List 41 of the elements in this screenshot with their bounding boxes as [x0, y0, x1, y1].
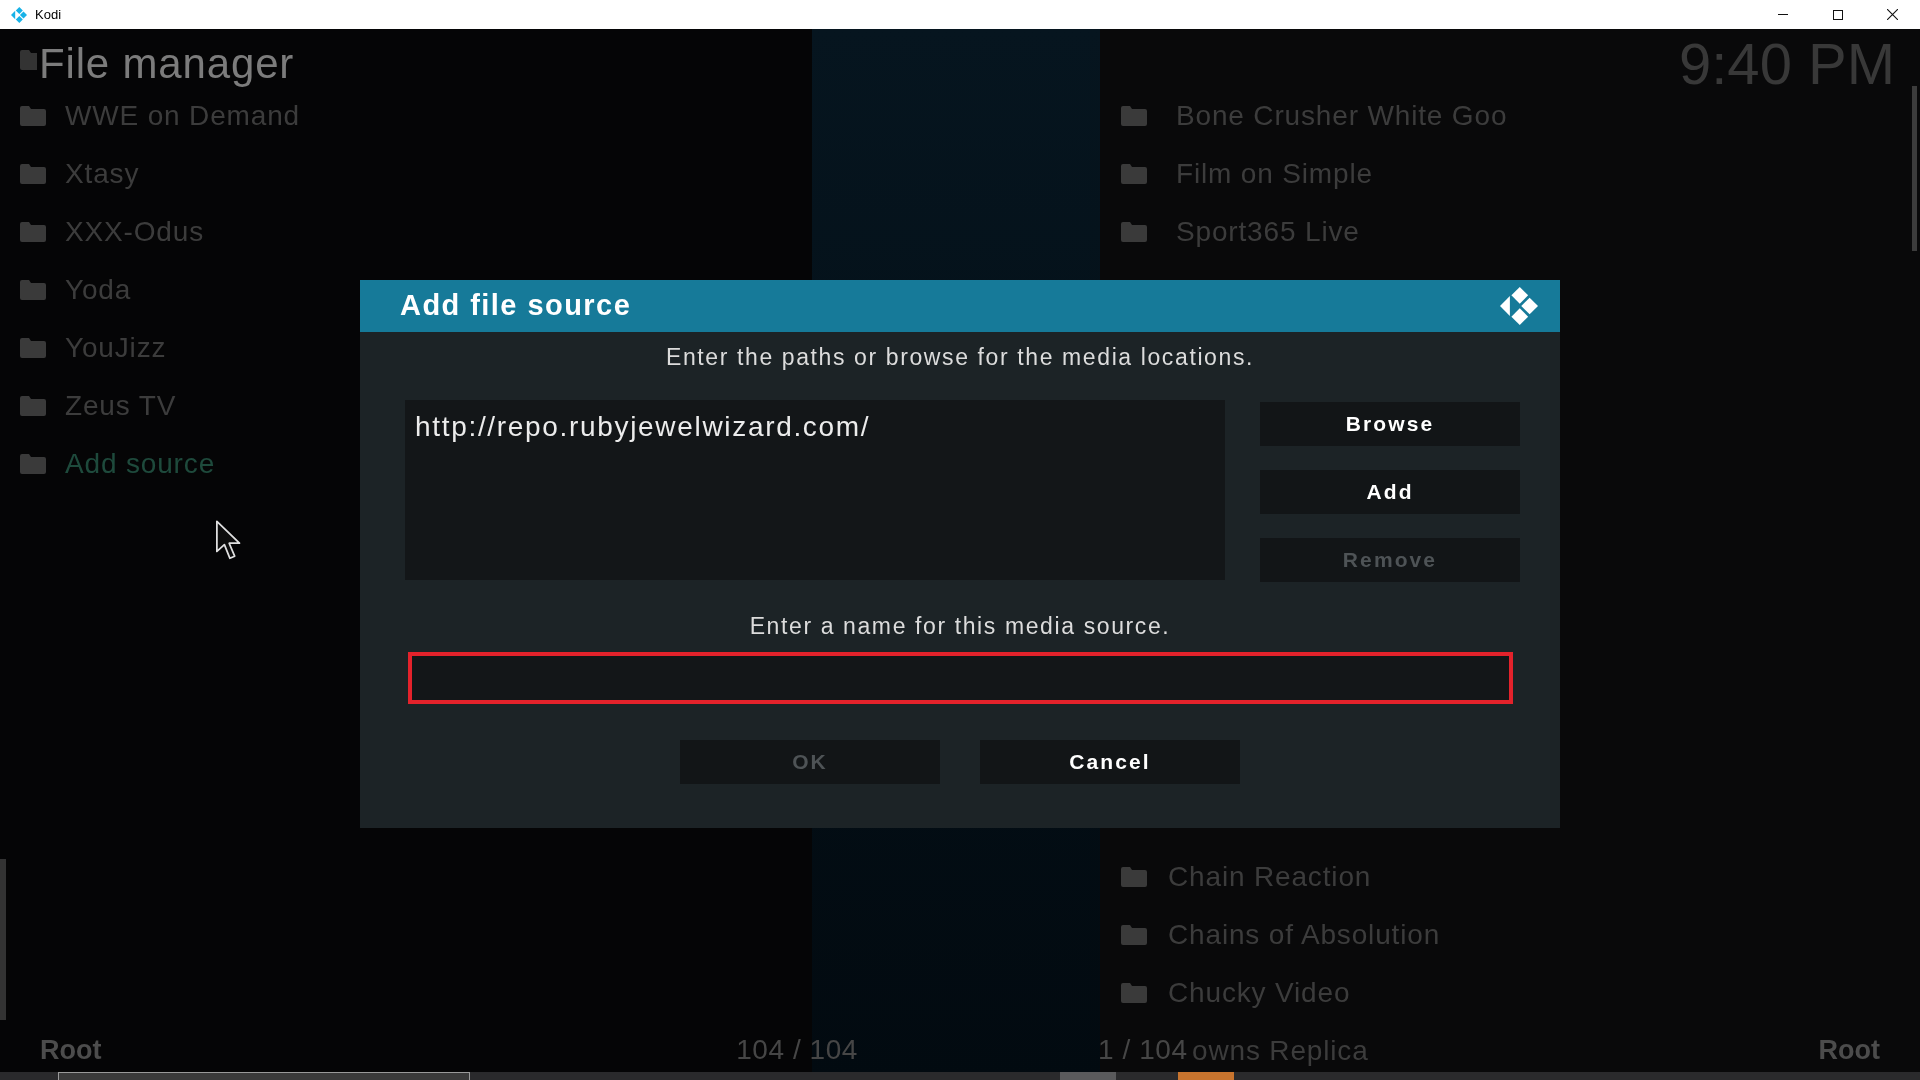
folder-icon: [1121, 983, 1147, 1003]
item-count: 1 / 104: [1098, 1035, 1188, 1065]
dialog-button[interactable]: Browse: [1260, 402, 1520, 446]
scrollbar-thumb[interactable]: [1912, 86, 1917, 251]
name-input-field[interactable]: [408, 652, 1513, 704]
dialog-button[interactable]: Add: [1260, 470, 1520, 514]
logo-icon: [1498, 287, 1540, 325]
folder-icon: [20, 50, 37, 70]
folder-path: Root: [40, 1035, 102, 1065]
folder-icon: [1121, 164, 1147, 184]
minimize-icon: [1777, 14, 1788, 15]
item-count: 104 / 104: [736, 1035, 858, 1065]
folder-icon: [20, 222, 46, 242]
page-title: File manager: [39, 41, 295, 87]
paths-prompt: Enter the paths or browse for the media locations.: [664, 344, 1256, 370]
window-title: Kodi: [35, 5, 62, 24]
folder-icon: [1121, 106, 1147, 126]
path-entry[interactable]: http://repo.rubyjewelwizard.com/: [415, 412, 871, 442]
close-icon: [1887, 9, 1898, 20]
maximize-icon: [1832, 9, 1843, 20]
taskbar-app-tile[interactable]: [1060, 1072, 1116, 1080]
taskbar-search-box[interactable]: [58, 1072, 470, 1080]
folder-icon: [1121, 867, 1147, 887]
name-prompt: Enter a name for this media source.: [748, 613, 1172, 639]
folder-icon: [20, 454, 46, 474]
taskbar-app-tile[interactable]: [1178, 1072, 1234, 1080]
folder-icon: [20, 338, 46, 358]
folder-icon: [20, 396, 46, 416]
folder-path: Root: [1818, 1035, 1880, 1065]
scrollbar-thumb[interactable]: [0, 859, 6, 1020]
dialog-title: Add file source: [400, 288, 632, 324]
mouse-pointer-icon: [215, 520, 242, 561]
app-logo-icon: [11, 6, 27, 23]
folder-item[interactable]: Add source: [65, 447, 216, 481]
folder-icon: [1121, 222, 1147, 242]
folder-icon: [20, 280, 46, 300]
folder-icon: [1121, 925, 1147, 945]
folder-icon: [20, 164, 46, 184]
dialog-button[interactable]: Cancel: [980, 740, 1240, 784]
path-list[interactable]: http://repo.rubyjewelwizard.com/: [405, 400, 1225, 580]
folder-icon: [20, 106, 46, 126]
